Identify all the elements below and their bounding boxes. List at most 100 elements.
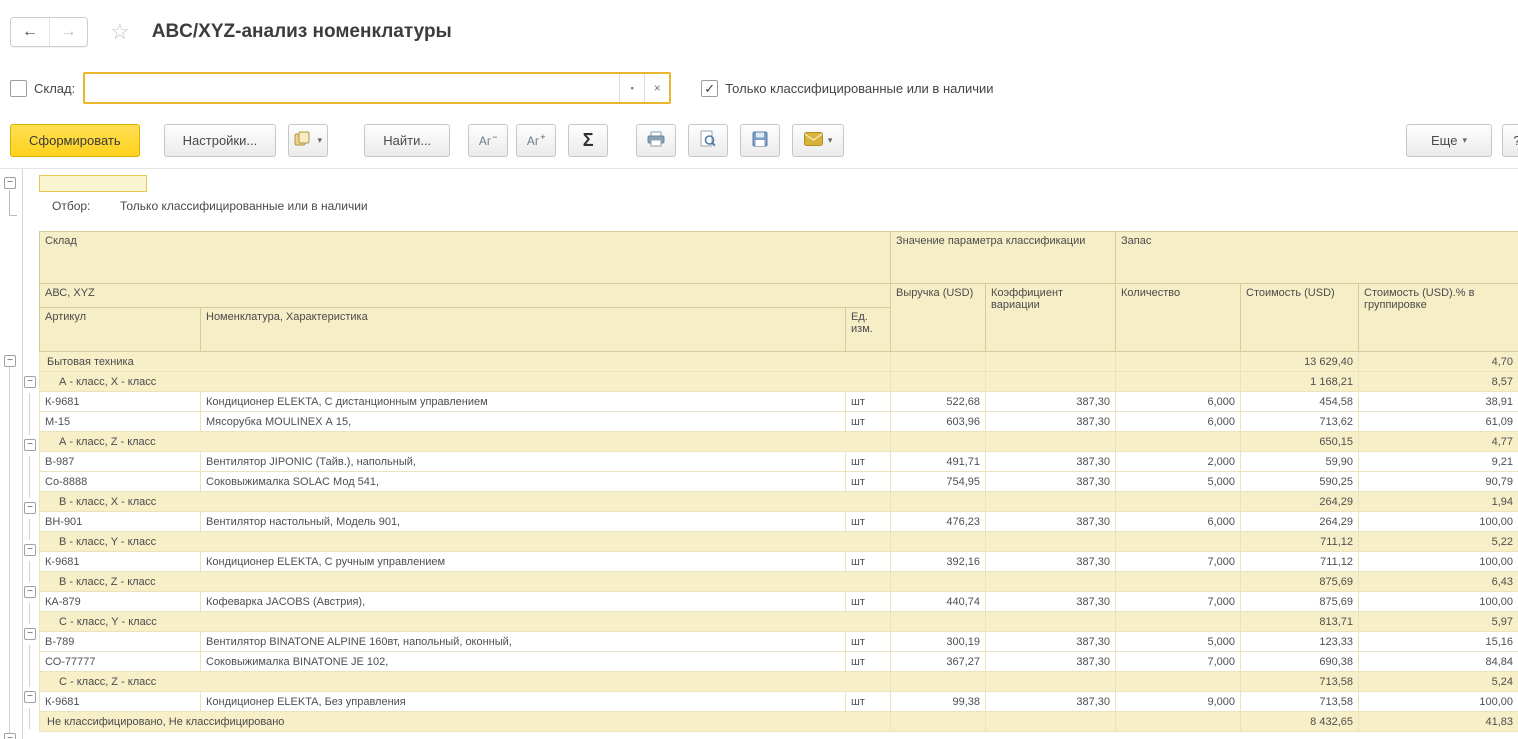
current-cell[interactable]: [39, 175, 147, 192]
group-label-cell[interactable]: Не классифицировано, Не классифицировано: [40, 712, 891, 732]
warehouse-input[interactable]: [85, 74, 619, 102]
cost-cell[interactable]: 813,71: [1241, 612, 1359, 632]
article-cell[interactable]: К-9681: [40, 692, 201, 712]
group-label-cell[interactable]: С - класс, Z - класс: [40, 672, 891, 692]
quantity-cell[interactable]: [1116, 532, 1241, 552]
quantity-cell[interactable]: [1116, 372, 1241, 392]
cost-cell[interactable]: 454,58: [1241, 392, 1359, 412]
nomenclature-cell[interactable]: Соковыжималка BINATONE JE 102,: [201, 652, 846, 672]
group-label-cell[interactable]: В - класс, Z - класс: [40, 572, 891, 592]
cost-pct-cell[interactable]: 100,00: [1359, 552, 1518, 572]
favorite-star-icon[interactable]: ☆: [110, 19, 130, 45]
cost-cell[interactable]: 590,25: [1241, 472, 1359, 492]
revenue-cell[interactable]: 300,19: [891, 632, 986, 652]
article-cell[interactable]: СО-77777: [40, 652, 201, 672]
quantity-cell[interactable]: [1116, 572, 1241, 592]
quantity-cell[interactable]: 9,000: [1116, 692, 1241, 712]
column-header-sklad[interactable]: Склад: [40, 232, 891, 284]
quantity-cell[interactable]: [1116, 492, 1241, 512]
revenue-cell[interactable]: 367,27: [891, 652, 986, 672]
cost-cell[interactable]: 13 629,40: [1241, 352, 1359, 372]
cost-cell[interactable]: 713,58: [1241, 692, 1359, 712]
unit-cell[interactable]: шт: [846, 692, 891, 712]
unit-cell[interactable]: шт: [846, 632, 891, 652]
cost-cell[interactable]: 875,69: [1241, 592, 1359, 612]
cost-pct-cell[interactable]: 100,00: [1359, 512, 1518, 532]
cost-pct-cell[interactable]: 1,94: [1359, 492, 1518, 512]
revenue-cell[interactable]: 392,16: [891, 552, 986, 572]
revenue-cell[interactable]: 440,74: [891, 592, 986, 612]
group-label-cell[interactable]: В - класс, Y - класс: [40, 532, 891, 552]
report-variants-button[interactable]: ▾: [288, 124, 328, 157]
revenue-cell[interactable]: 476,23: [891, 512, 986, 532]
quantity-cell[interactable]: 6,000: [1116, 412, 1241, 432]
collapse-group-button[interactable]: −: [24, 376, 36, 388]
revenue-cell[interactable]: [891, 532, 986, 552]
variation-cell[interactable]: 387,30: [986, 452, 1116, 472]
variation-cell[interactable]: 387,30: [986, 472, 1116, 492]
variation-cell[interactable]: [986, 712, 1116, 732]
collapse-report-button[interactable]: −: [4, 177, 16, 189]
column-header-nomenclature[interactable]: Номенклатура, Характеристика: [201, 308, 846, 352]
article-cell[interactable]: КА-879: [40, 592, 201, 612]
article-cell[interactable]: К-9681: [40, 552, 201, 572]
quantity-cell[interactable]: [1116, 712, 1241, 732]
variation-cell[interactable]: [986, 672, 1116, 692]
unit-cell[interactable]: шт: [846, 592, 891, 612]
nomenclature-cell[interactable]: Мясорубка MOULINEX А 15,: [201, 412, 846, 432]
cost-cell[interactable]: 1 168,21: [1241, 372, 1359, 392]
article-cell[interactable]: В-789: [40, 632, 201, 652]
shrink-text-button[interactable]: Аг−: [468, 124, 508, 157]
revenue-cell[interactable]: 603,96: [891, 412, 986, 432]
collapse-group-button[interactable]: −: [4, 733, 16, 739]
variation-cell[interactable]: 387,30: [986, 692, 1116, 712]
column-header-cost-pct[interactable]: Стоимость (USD).% в группировке: [1359, 284, 1518, 352]
quantity-cell[interactable]: 7,000: [1116, 652, 1241, 672]
cost-cell[interactable]: 650,15: [1241, 432, 1359, 452]
cost-cell[interactable]: 713,62: [1241, 412, 1359, 432]
cost-cell[interactable]: 59,90: [1241, 452, 1359, 472]
collapse-group-button[interactable]: −: [24, 502, 36, 514]
quantity-cell[interactable]: [1116, 432, 1241, 452]
variation-cell[interactable]: 387,30: [986, 412, 1116, 432]
save-button[interactable]: [740, 124, 780, 157]
unit-cell[interactable]: шт: [846, 452, 891, 472]
cost-cell[interactable]: 264,29: [1241, 512, 1359, 532]
cost-pct-cell[interactable]: 5,24: [1359, 672, 1518, 692]
unit-cell[interactable]: шт: [846, 512, 891, 532]
cost-pct-cell[interactable]: 100,00: [1359, 592, 1518, 612]
quantity-cell[interactable]: 5,000: [1116, 632, 1241, 652]
article-cell[interactable]: Со-8888: [40, 472, 201, 492]
cost-cell[interactable]: 8 432,65: [1241, 712, 1359, 732]
variation-cell[interactable]: [986, 372, 1116, 392]
variation-cell[interactable]: 387,30: [986, 392, 1116, 412]
send-email-button[interactable]: ▾: [792, 124, 844, 157]
variation-cell[interactable]: 387,30: [986, 512, 1116, 532]
column-header-zapas-group[interactable]: Запас: [1116, 232, 1518, 284]
nomenclature-cell[interactable]: Вентилятор JIPONIC (Тайв.), напольный,: [201, 452, 846, 472]
column-header-abc-xyz[interactable]: АВС, XYZ: [40, 284, 891, 308]
column-header-cost[interactable]: Стоимость (USD): [1241, 284, 1359, 352]
sum-button[interactable]: Σ: [568, 124, 608, 157]
forward-button[interactable]: →: [49, 18, 87, 46]
cost-pct-cell[interactable]: 61,09: [1359, 412, 1518, 432]
column-header-param-group[interactable]: Значение параметра классификации: [891, 232, 1116, 284]
article-cell[interactable]: В-987: [40, 452, 201, 472]
collapse-group-button[interactable]: −: [24, 586, 36, 598]
variation-cell[interactable]: [986, 572, 1116, 592]
nomenclature-cell[interactable]: Кондиционер ELEKTA, С дистанционным упра…: [201, 392, 846, 412]
warehouse-label[interactable]: Склад:: [34, 81, 75, 96]
nomenclature-cell[interactable]: Соковыжималка SOLAC Мод 541,: [201, 472, 846, 492]
article-cell[interactable]: К-9681: [40, 392, 201, 412]
warehouse-choose-button[interactable]: ▪: [619, 74, 644, 102]
revenue-cell[interactable]: [891, 352, 986, 372]
revenue-cell[interactable]: [891, 372, 986, 392]
more-button[interactable]: Еще▾: [1406, 124, 1492, 157]
variation-cell[interactable]: [986, 532, 1116, 552]
group-label-cell[interactable]: А - класс, Z - класс: [40, 432, 891, 452]
revenue-cell[interactable]: 99,38: [891, 692, 986, 712]
print-button[interactable]: [636, 124, 676, 157]
variation-cell[interactable]: [986, 432, 1116, 452]
quantity-cell[interactable]: 6,000: [1116, 392, 1241, 412]
quantity-cell[interactable]: [1116, 672, 1241, 692]
